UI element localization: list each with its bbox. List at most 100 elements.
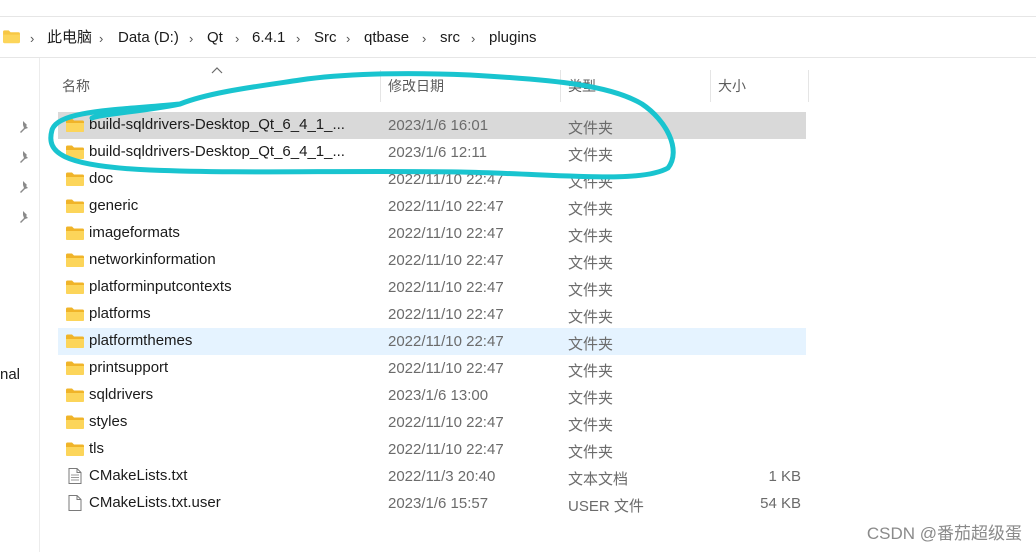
sort-ascending-icon [211, 67, 223, 74]
breadcrumb-6-4-1[interactable]: 6.4.1 [252, 28, 285, 48]
list-item[interactable]: platforms 2022/11/10 22:47 文件夹 [58, 301, 806, 328]
file-name: sqldrivers [89, 386, 154, 403]
list-item[interactable]: CMakeLists.txt 2022/11/3 20:40 文本文档 1 KB [58, 463, 806, 490]
folder-icon [3, 30, 20, 44]
file-type: USER 文件 [568, 498, 644, 515]
file-name: generic [89, 197, 139, 214]
modified-date: 2023/1/6 12:11 [388, 144, 487, 161]
chevron-right-icon: › [99, 31, 104, 46]
file-type: 文件夹 [568, 255, 614, 272]
file-type: 文件夹 [568, 282, 614, 299]
folder-icon [65, 360, 85, 376]
modified-date: 2022/11/10 22:47 [388, 279, 504, 296]
list-item[interactable]: generic 2022/11/10 22:47 文件夹 [58, 193, 806, 220]
list-item[interactable]: CMakeLists.txt.user 2023/1/6 15:57 USER 文件… [58, 490, 806, 517]
modified-date: 2022/11/10 22:47 [388, 333, 504, 350]
breadcrumb-this-pc[interactable]: 此电脑 [47, 28, 92, 48]
folder-icon [65, 117, 85, 133]
chevron-right-icon: › [189, 31, 194, 46]
file-name: build-sqldrivers-Desktop_Qt_6_4_1_... [89, 116, 345, 133]
folder-icon [65, 333, 85, 349]
breadcrumb-src[interactable]: Src [314, 28, 337, 48]
file-icon [65, 495, 85, 511]
folder-icon [65, 414, 85, 430]
list-item[interactable]: imageformats 2022/11/10 22:47 文件夹 [58, 220, 806, 247]
folder-icon [65, 171, 85, 187]
chevron-right-icon: › [471, 31, 476, 46]
folder-icon [65, 198, 85, 214]
file-type: 文件夹 [568, 228, 614, 245]
pin-icon[interactable] [18, 180, 32, 194]
column-header-date[interactable]: 修改日期 [388, 76, 444, 96]
file-name: platforminputcontexts [89, 278, 232, 295]
file-type: 文件夹 [568, 309, 614, 326]
folder-icon [65, 306, 85, 322]
folder-icon [65, 252, 85, 268]
file-type: 文件夹 [568, 201, 614, 218]
modified-date: 2023/1/6 13:00 [388, 387, 489, 404]
breadcrumb-qt[interactable]: Qt [207, 28, 223, 48]
list-item[interactable]: build-sqldrivers-Desktop_Qt_6_4_1_... 202… [58, 112, 806, 139]
file-size: 1 KB [768, 468, 801, 485]
folder-icon [65, 279, 85, 295]
list-item[interactable]: doc 2022/11/10 22:47 文件夹 [58, 166, 806, 193]
breadcrumb-src-2[interactable]: src [440, 28, 460, 48]
column-divider[interactable] [710, 70, 711, 102]
column-header-name[interactable]: 名称 [62, 76, 90, 96]
file-type: 文件夹 [568, 363, 614, 380]
file-type: 文本文档 [568, 471, 629, 488]
modified-date: 2022/11/10 22:47 [388, 171, 504, 188]
modified-date: 2023/1/6 15:57 [388, 495, 489, 512]
file-type: 文件夹 [568, 336, 614, 353]
modified-date: 2022/11/10 22:47 [388, 252, 504, 269]
file-type: 文件夹 [568, 417, 614, 434]
file-name: tls [89, 440, 104, 457]
file-size: 54 KB [760, 495, 801, 512]
modified-date: 2022/11/10 22:47 [388, 441, 504, 458]
chevron-right-icon: › [30, 31, 35, 46]
list-item[interactable]: platformthemes 2022/11/10 22:47 文件夹 [58, 328, 806, 355]
chevron-right-icon: › [346, 31, 351, 46]
list-item[interactable]: printsupport 2022/11/10 22:47 文件夹 [58, 355, 806, 382]
pin-icon[interactable] [18, 210, 32, 224]
column-divider[interactable] [808, 70, 809, 102]
file-name: platformthemes [89, 332, 193, 349]
pin-icon[interactable] [18, 120, 32, 134]
modified-date: 2022/11/10 22:47 [388, 306, 504, 323]
address-bar[interactable]: › 此电脑 › Data (D:) › Qt › 6.4.1 › Src › q… [0, 16, 1036, 58]
list-item[interactable]: platforminputcontexts 2022/11/10 22:47 文件夹 [58, 274, 806, 301]
chevron-right-icon: › [422, 31, 427, 46]
column-header-size[interactable]: 大小 [718, 76, 746, 96]
list-item[interactable]: styles 2022/11/10 22:47 文件夹 [58, 409, 806, 436]
breadcrumb-plugins[interactable]: plugins [489, 28, 537, 48]
modified-date: 2022/11/10 22:47 [388, 225, 504, 242]
file-type: 文件夹 [568, 390, 614, 407]
list-item[interactable]: tls 2022/11/10 22:47 文件夹 [58, 436, 806, 463]
breadcrumb-data-d[interactable]: Data (D:) [118, 28, 179, 48]
file-type: 文件夹 [568, 444, 614, 461]
breadcrumb-qtbase[interactable]: qtbase [364, 28, 409, 48]
pin-icon[interactable] [18, 150, 32, 164]
file-name: printsupport [89, 359, 169, 376]
list-item[interactable]: networkinformation 2022/11/10 22:47 文件夹 [58, 247, 806, 274]
navigation-pane[interactable]: nal [0, 58, 40, 552]
list-item[interactable]: build-sqldrivers-Desktop_Qt_6_4_1_... 202… [58, 139, 806, 166]
file-type: 文件夹 [568, 174, 614, 191]
file-name: styles [89, 413, 128, 430]
modified-date: 2022/11/10 22:47 [388, 360, 504, 377]
modified-date: 2022/11/3 20:40 [388, 468, 496, 485]
file-type: 文件夹 [568, 120, 614, 137]
file-name: doc [89, 170, 114, 187]
column-divider[interactable] [560, 70, 561, 102]
folder-icon [65, 144, 85, 160]
nav-item-label[interactable]: nal [0, 366, 20, 383]
column-header-type[interactable]: 类型 [568, 76, 596, 96]
watermark: CSDN @番茄超级蛋 [866, 524, 1022, 543]
file-name: networkinformation [89, 251, 216, 268]
folder-icon [65, 441, 85, 457]
column-divider[interactable] [380, 70, 381, 102]
file-name: build-sqldrivers-Desktop_Qt_6_4_1_... [89, 143, 345, 160]
file-name: platforms [89, 305, 151, 322]
file-name: CMakeLists.txt [89, 467, 188, 484]
list-item[interactable]: sqldrivers 2023/1/6 13:00 文件夹 [58, 382, 806, 409]
